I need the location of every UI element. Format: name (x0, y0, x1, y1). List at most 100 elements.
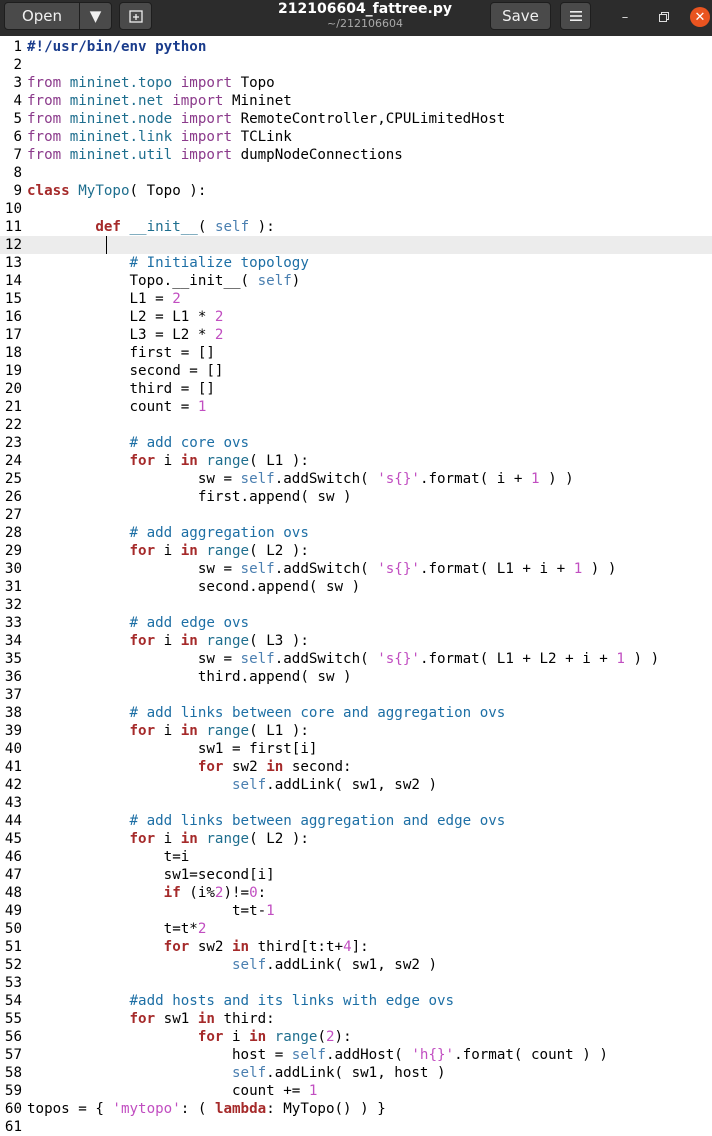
code-token: .addSwitch( (274, 561, 378, 577)
code-line[interactable]: 40 sw1 = first[i] (0, 740, 712, 758)
code-line[interactable]: 38 # add links between core and aggregat… (0, 704, 712, 722)
code-line[interactable]: 39 for i in range( L1 ): (0, 722, 712, 740)
code-text: for i in range( L1 ): (27, 722, 309, 740)
code-text: sw = self.addSwitch( 's{}'.format( L1 + … (27, 650, 659, 668)
code-line[interactable]: 46 t=i (0, 848, 712, 866)
code-line[interactable]: 58 self.addLink( sw1, host ) (0, 1064, 712, 1082)
code-line[interactable]: 45 for i in range( L2 ): (0, 830, 712, 848)
code-token: sw1 = first[i] (27, 741, 318, 757)
code-text: # add aggregation ovs (27, 524, 309, 542)
code-token: in (180, 723, 207, 739)
code-line[interactable]: 3 from mininet.topo import Topo (0, 74, 712, 92)
code-line[interactable]: 37 (0, 686, 712, 704)
open-menu-arrow-button[interactable]: ▼ (79, 2, 112, 30)
code-line[interactable]: 28 # add aggregation ovs (0, 524, 712, 542)
code-line[interactable]: 59 count += 1 (0, 1082, 712, 1100)
save-button[interactable]: Save (490, 2, 551, 30)
code-line[interactable]: 31 second.append( sw ) (0, 578, 712, 596)
code-line[interactable]: 26 first.append( sw ) (0, 488, 712, 506)
open-button[interactable]: Open (4, 2, 80, 30)
code-line[interactable]: 8 (0, 164, 712, 182)
minimize-button[interactable]: – (614, 6, 636, 28)
code-line[interactable]: 53 (0, 974, 712, 992)
code-line[interactable]: 7 from mininet.util import dumpNodeConnec… (0, 146, 712, 164)
code-text: L1 = 2 (27, 290, 180, 308)
code-token: lambda (214, 1101, 267, 1117)
hamburger-menu-button[interactable] (560, 2, 591, 30)
code-line[interactable]: 60 topos = { 'mytopo': ( lambda: MyTopo()… (0, 1100, 712, 1118)
code-token: 2 (214, 309, 224, 325)
code-line[interactable]: 30 sw = self.addSwitch( 's{}'.format( L1… (0, 560, 712, 578)
code-line[interactable]: 47 sw1=second[i] (0, 866, 712, 884)
code-line[interactable]: 19 second = [] (0, 362, 712, 380)
code-line[interactable]: 5 from mininet.node import RemoteControll… (0, 110, 712, 128)
code-line[interactable]: 42 self.addLink( sw1, sw2 ) (0, 776, 712, 794)
code-line[interactable]: 49 t=t-1 (0, 902, 712, 920)
line-number: 56 (4, 1029, 22, 1045)
code-line[interactable]: 10 (0, 200, 712, 218)
code-line[interactable]: 6 from mininet.link import TCLink (0, 128, 712, 146)
code-token: mininet.util (69, 147, 181, 163)
code-line[interactable]: 52 self.addLink( sw1, sw2 ) (0, 956, 712, 974)
close-button[interactable]: ✕ (690, 7, 710, 27)
chevron-down-icon: ▼ (89, 7, 102, 25)
line-number: 18 (4, 345, 22, 361)
code-line[interactable]: 34 for i in range( L3 ): (0, 632, 712, 650)
code-line[interactable]: 4 from mininet.net import Mininet (0, 92, 712, 110)
code-line[interactable]: 17 L3 = L2 * 2 (0, 326, 712, 344)
code-line[interactable]: 20 third = [] (0, 380, 712, 398)
code-line[interactable]: 11 def __init__( self ): (0, 218, 712, 236)
code-line[interactable]: 15 L1 = 2 (0, 290, 712, 308)
code-text: first.append( sw ) (27, 488, 352, 506)
code-line[interactable]: 36 third.append( sw ) (0, 668, 712, 686)
code-token: topos = { (27, 1101, 113, 1117)
file-path: ~/212106604 (327, 17, 403, 30)
code-line[interactable]: 56 for i in range(2): (0, 1028, 712, 1046)
code-line[interactable]: 1 #!/usr/bin/env python (0, 38, 712, 56)
code-token: mininet.link (69, 129, 181, 145)
code-line[interactable]: 43 (0, 794, 712, 812)
code-line[interactable]: 18 first = [] (0, 344, 712, 362)
maximize-button[interactable] (653, 6, 675, 28)
code-line[interactable]: 33 # add edge ovs (0, 614, 712, 632)
code-line[interactable]: 16 L2 = L1 * 2 (0, 308, 712, 326)
line-number: 54 (4, 993, 22, 1009)
code-text: class MyTopo( Topo ): (27, 182, 206, 200)
code-line[interactable]: 25 sw = self.addSwitch( 's{}'.format( i … (0, 470, 712, 488)
code-line[interactable]: 13 # Initialize topology (0, 254, 712, 272)
code-line[interactable]: 9 class MyTopo( Topo ): (0, 182, 712, 200)
code-token: 2 (326, 1029, 335, 1045)
code-line[interactable]: 22 (0, 416, 712, 434)
code-line[interactable]: 51 for sw2 in third[t:t+4]: (0, 938, 712, 956)
code-token: ( L2 ): (249, 543, 309, 559)
code-editor[interactable]: 1 #!/usr/bin/env python 2 3 from mininet.top… (0, 38, 712, 1135)
code-token: # add links between core and aggregation… (129, 705, 506, 721)
code-line[interactable]: 55 for sw1 in third: (0, 1010, 712, 1028)
code-line[interactable]: 29 for i in range( L2 ): (0, 542, 712, 560)
code-line[interactable]: 24 for i in range( L1 ): (0, 452, 712, 470)
code-token: ( Topo ): (129, 183, 207, 199)
line-number: 40 (4, 741, 22, 757)
line-number: 24 (4, 453, 22, 469)
code-line[interactable]: 27 (0, 506, 712, 524)
code-line[interactable]: 12 (0, 236, 712, 254)
code-line[interactable]: 41 for sw2 in second: (0, 758, 712, 776)
code-line[interactable]: 61 (0, 1118, 712, 1136)
code-line[interactable]: 23 # add core ovs (0, 434, 712, 452)
code-line[interactable]: 21 count = 1 (0, 398, 712, 416)
code-line[interactable]: 44 # add links between aggregation and e… (0, 812, 712, 830)
code-text: for sw2 in second: (27, 758, 352, 776)
code-text: self.addLink( sw1, host ) (27, 1064, 446, 1082)
code-line[interactable]: 35 sw = self.addSwitch( 's{}'.format( L1… (0, 650, 712, 668)
code-line[interactable]: 50 t=t*2 (0, 920, 712, 938)
code-line[interactable]: 48 if (i%2)!=0: (0, 884, 712, 902)
new-tab-button[interactable] (119, 2, 152, 30)
code-line[interactable]: 2 (0, 56, 712, 74)
code-line[interactable]: 14 Topo.__init__( self) (0, 272, 712, 290)
code-line[interactable]: 57 host = self.addHost( 'h{}'.format( co… (0, 1046, 712, 1064)
code-line[interactable]: 54 #add hosts and its links with edge ov… (0, 992, 712, 1010)
code-line[interactable]: 32 (0, 596, 712, 614)
